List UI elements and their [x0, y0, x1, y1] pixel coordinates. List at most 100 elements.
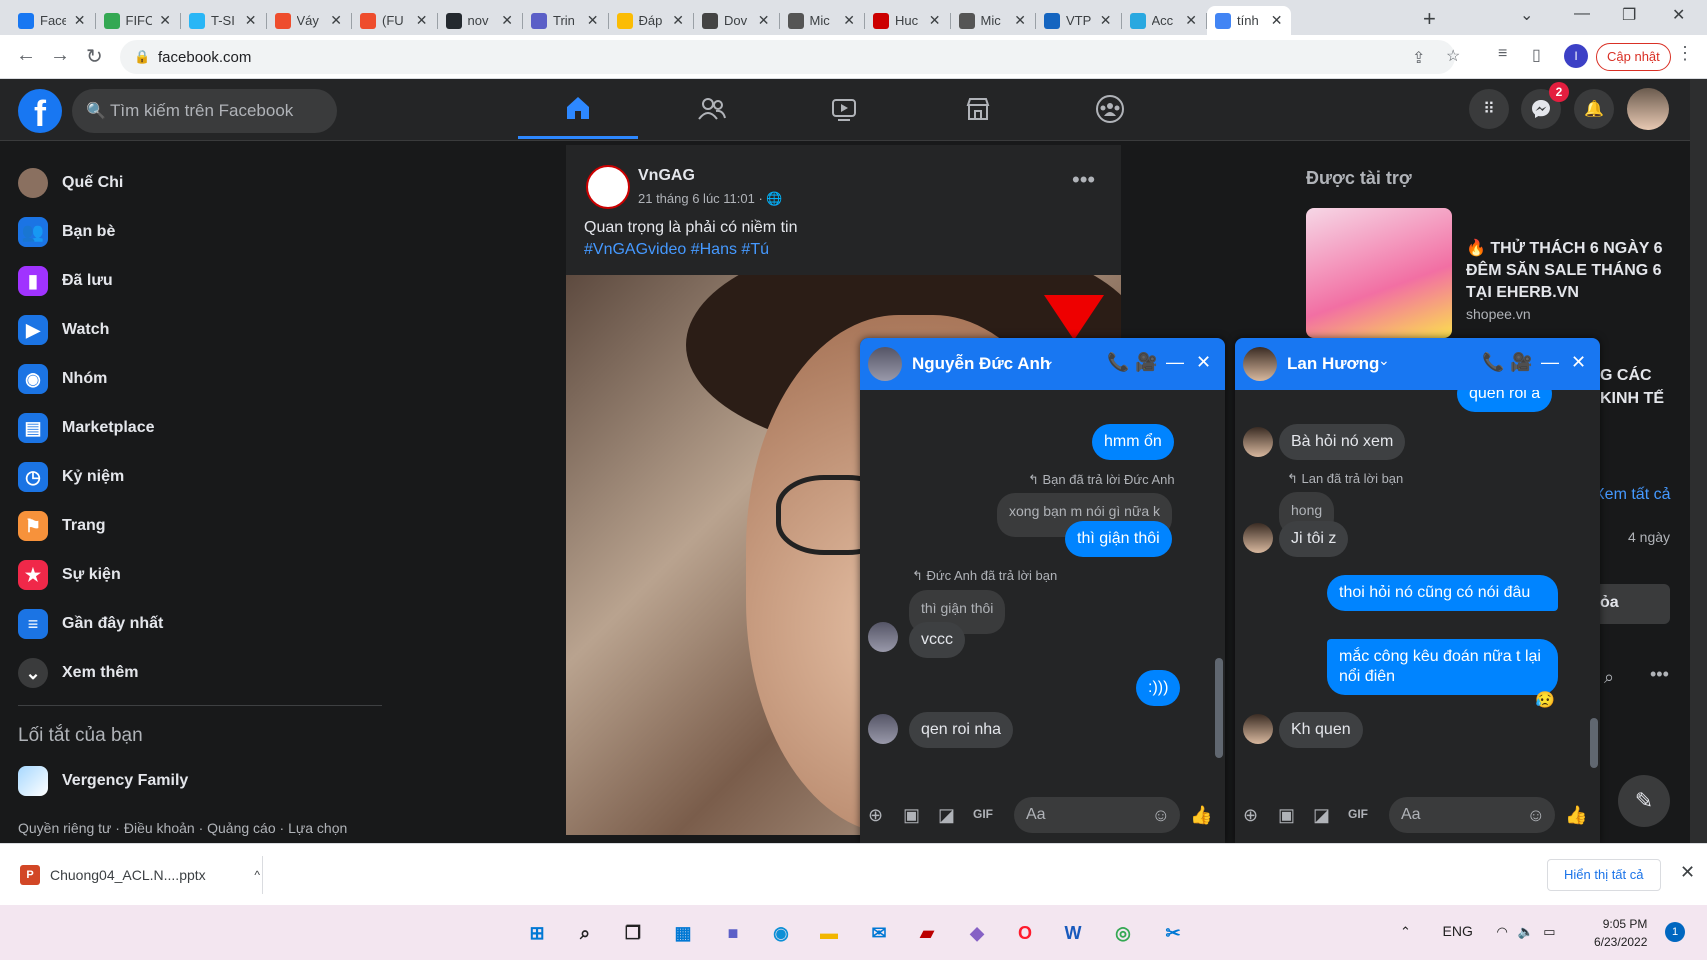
video-call-icon[interactable]: 🎥 — [1510, 352, 1532, 373]
video-call-icon[interactable]: 🎥 — [1135, 352, 1157, 373]
clock[interactable]: 9:05 PM 6/23/2022 — [1594, 915, 1647, 951]
post-menu-icon[interactable]: ••• — [1072, 167, 1095, 193]
close-tab-icon[interactable]: ✕ — [843, 12, 855, 29]
image-icon[interactable]: ▣ — [1278, 805, 1295, 826]
menu-grid-icon[interactable]: ⠿ — [1469, 89, 1509, 129]
message-input[interactable] — [1026, 797, 1146, 833]
browser-tab[interactable]: T-SI ✕ — [181, 6, 265, 35]
close-tab-icon[interactable]: ✕ — [929, 12, 941, 29]
post-author-avatar[interactable] — [586, 165, 630, 209]
like-icon[interactable]: 👍 — [1565, 805, 1587, 826]
mail-icon[interactable]: ✉ — [864, 918, 894, 948]
wifi-icon[interactable]: ◠ — [1497, 924, 1508, 939]
sidebar-item[interactable]: Quế Chi — [18, 163, 123, 203]
teams-icon[interactable]: ■ — [718, 918, 748, 948]
account-avatar[interactable] — [1627, 88, 1669, 130]
close-tab-icon[interactable]: ✕ — [587, 12, 599, 29]
browser-tab[interactable]: VTP ✕ — [1036, 6, 1120, 35]
nav-groups[interactable] — [1050, 79, 1170, 139]
close-tab-icon[interactable]: ✕ — [74, 12, 86, 29]
chat-messages[interactable]: hmm ổn ↰ Bạn đã trả lời Đức Anh xong bạn… — [860, 390, 1225, 785]
visual-studio-icon[interactable]: ◆ — [962, 918, 992, 948]
url-text[interactable]: facebook.com — [158, 49, 251, 66]
reload-icon[interactable]: ↻ — [86, 44, 103, 69]
message-input[interactable] — [1401, 797, 1521, 833]
facebook-logo[interactable]: f — [18, 89, 62, 134]
sidebar-item[interactable]: 👥 Bạn bè — [18, 212, 115, 252]
message-input-box[interactable]: ☺ — [1389, 797, 1555, 833]
contact-options-icon[interactable]: ••• — [1650, 664, 1669, 685]
sticker-icon[interactable]: ◪ — [938, 805, 955, 826]
browser-tab[interactable]: Đáp ✕ — [609, 6, 693, 35]
download-item[interactable]: P Chuong04_ACL.N....pptx ^ — [20, 858, 260, 892]
post-hashtags[interactable]: #VnGAGvideo #Hans #Tú — [584, 241, 769, 259]
browser-tab[interactable]: Acc ✕ — [1122, 6, 1206, 35]
sender-avatar[interactable] — [868, 714, 898, 744]
lang-indicator[interactable]: ENG — [1443, 923, 1473, 939]
bookmark-star-icon[interactable]: ☆ — [1446, 46, 1460, 66]
minimize-chat-icon[interactable]: — — [1541, 352, 1559, 373]
close-chat-icon[interactable]: ✕ — [1571, 352, 1586, 373]
browser-tab[interactable]: Mic ✕ — [780, 6, 864, 35]
post-author[interactable]: VnGAG — [638, 167, 695, 185]
sidebar-item[interactable]: ≡ Gần đây nhất — [18, 604, 163, 644]
plus-icon[interactable]: ⊕ — [1243, 805, 1258, 826]
task-view-icon[interactable]: ❐ — [618, 918, 648, 948]
minimize-button[interactable]: — — [1574, 5, 1590, 23]
media-icon[interactable]: ≡ — [1498, 45, 1507, 63]
battery-icon[interactable]: ▭ — [1543, 924, 1555, 939]
message-me[interactable]: thì giận thôi — [1065, 521, 1172, 557]
chat-messages[interactable]: quen roi á Bà hỏi nó xem ↰ Lan đã trả lờ… — [1235, 390, 1600, 785]
chevron-down-icon[interactable]: ⌄ — [1043, 352, 1055, 369]
sidebar-item[interactable]: ◷ Kỷ niệm — [18, 457, 124, 497]
update-button[interactable]: Cập nhật — [1596, 43, 1671, 71]
chat-scrollbar[interactable] — [1590, 398, 1598, 778]
emoji-icon[interactable]: ☺ — [1527, 805, 1545, 826]
sender-avatar[interactable] — [1243, 714, 1273, 744]
browser-tab[interactable]: Face ✕ — [10, 6, 94, 35]
edge-icon[interactable]: ◉ — [766, 918, 796, 948]
browser-tab[interactable]: FIFC ✕ — [96, 6, 180, 35]
close-tab-icon[interactable]: ✕ — [501, 12, 513, 29]
browser-tab[interactable]: tính ✕ — [1207, 6, 1291, 35]
sidebar-item[interactable]: ▮ Đã lưu — [18, 261, 113, 301]
snipping-tool-icon[interactable]: ✂ — [1158, 918, 1188, 948]
profile-avatar[interactable]: I — [1564, 44, 1588, 68]
close-download-bar-icon[interactable]: ✕ — [1680, 862, 1695, 883]
notifications-icon[interactable]: 🔔 — [1574, 89, 1614, 129]
nav-watch[interactable] — [784, 79, 904, 139]
sender-avatar[interactable] — [868, 622, 898, 652]
back-icon[interactable]: ← — [16, 44, 36, 67]
ad-title[interactable]: 🔥 THỬ THÁCH 6 NGÀY 6 ĐÊM SĂN SALE THÁNG … — [1466, 238, 1666, 304]
sidebar-item[interactable]: ▤ Marketplace — [18, 408, 155, 448]
message-input-box[interactable]: ☺ — [1014, 797, 1180, 833]
sidebar-item[interactable]: ▶ Watch — [18, 310, 109, 350]
chrome-icon[interactable]: ◎ — [1108, 918, 1138, 948]
message-me[interactable]: :))) — [1136, 670, 1181, 706]
app-icon[interactable]: ▰ — [912, 918, 942, 948]
chat-name[interactable]: Nguyễn Đức Anh — [912, 354, 1050, 374]
tab-search-icon[interactable]: ⌄ — [1520, 5, 1533, 25]
message-them[interactable]: Kh quen — [1279, 712, 1363, 748]
message-them[interactable]: Bà hỏi nó xem — [1279, 424, 1406, 460]
sender-avatar[interactable] — [1243, 427, 1273, 457]
message-them[interactable]: qen roi nha — [909, 712, 1014, 748]
message-me[interactable]: thoi hỏi nó cũng có nói đâu — [1327, 575, 1558, 611]
sidebar-item[interactable]: ⚑ Trang — [18, 506, 106, 546]
sticker-icon[interactable]: ◪ — [1313, 805, 1330, 826]
close-tab-icon[interactable]: ✕ — [159, 12, 171, 29]
close-tab-icon[interactable]: ✕ — [1100, 12, 1112, 29]
file-explorer-icon[interactable]: ▬ — [814, 918, 844, 948]
browser-menu-icon[interactable]: ⋮ — [1676, 43, 1694, 64]
close-tab-icon[interactable]: ✕ — [1185, 12, 1197, 29]
browser-tab[interactable]: nov ✕ — [438, 6, 522, 35]
sidebar-item[interactable]: ★ Sự kiện — [18, 555, 121, 595]
shortcut-vergency-family[interactable]: Vergency Family — [18, 761, 188, 801]
message-me[interactable]: quen roi á — [1457, 390, 1553, 412]
share-icon[interactable]: ⇪ — [1412, 48, 1425, 68]
search-icon[interactable]: ⌕ — [570, 918, 600, 948]
sender-avatar[interactable] — [1243, 523, 1273, 553]
footer-links[interactable]: Quyền riêng tư · Điều khoản · Quảng cáo … — [18, 820, 368, 837]
close-tab-icon[interactable]: ✕ — [672, 12, 684, 29]
see-all-link[interactable]: Xem tất cả — [1594, 486, 1670, 504]
